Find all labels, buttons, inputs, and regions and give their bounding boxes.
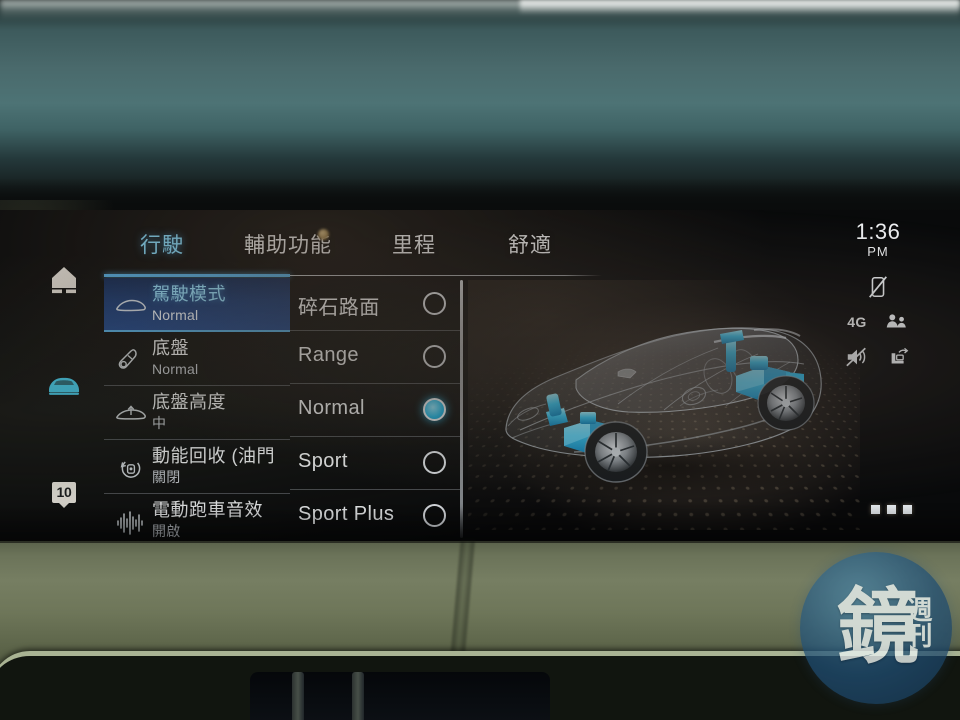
option-radio[interactable]: [423, 451, 446, 474]
setting-value: Normal: [152, 361, 199, 377]
option-row-sport[interactable]: Sport: [290, 437, 460, 490]
dashboard-upper-trim: [0, 0, 960, 224]
option-radio[interactable]: [423, 292, 446, 315]
dashboard-highlight: [520, 0, 960, 14]
tab-bar-divider: [290, 275, 602, 276]
screen-glare-dot: [318, 229, 329, 240]
setting-value: 開啟: [152, 523, 181, 539]
clock: 1:36 PM: [818, 219, 938, 260]
dot: [903, 505, 912, 514]
setting-row-sport-sound[interactable]: 電動跑車音效 開啟: [104, 494, 290, 543]
ride-height-icon: [114, 401, 148, 427]
tab-comfort[interactable]: 舒適: [508, 228, 552, 272]
option-label: Normal: [298, 397, 365, 419]
vent-fin: [352, 672, 364, 720]
options-scrollbar[interactable]: [460, 280, 463, 538]
phone-off-icon: [869, 276, 887, 298]
regen-icon: [114, 455, 148, 481]
publisher-watermark: 鏡 週刊: [800, 552, 952, 704]
tab-mileage[interactable]: 里程: [392, 228, 436, 272]
setting-value: Normal: [152, 307, 199, 323]
mute-speaker-icon: [846, 347, 866, 367]
watermark-sub-chars: 週刊: [902, 596, 932, 648]
setting-row-regen[interactable]: 動能回收 (油門 關閉: [104, 440, 290, 494]
settings-list: 駕駛模式 Normal 底盤 Normal 底盤高度 中 動能回收 (油門 關閉…: [104, 278, 290, 543]
vent-fin: [292, 672, 304, 720]
car-side-icon: [114, 293, 148, 319]
option-label: Range: [298, 344, 359, 366]
status-cluster: 1:36 PM 4G: [818, 220, 938, 369]
clock-ampm: PM: [867, 244, 889, 259]
setting-title: 動能回收 (油門: [152, 446, 275, 466]
tab-driving[interactable]: 行駛: [140, 228, 184, 272]
sound-wave-icon: [114, 509, 148, 535]
home-icon[interactable]: [42, 265, 86, 300]
dot: [871, 505, 880, 514]
more-options-dots[interactable]: [871, 505, 912, 514]
status-icons: 4G: [818, 275, 938, 369]
vehicle-xray-render: [468, 280, 860, 530]
option-row-range[interactable]: Range: [290, 331, 460, 384]
option-label: 碎石路面: [298, 297, 380, 319]
status-row-audio: [818, 345, 938, 369]
option-label: Sport Plus: [298, 503, 395, 525]
setting-title: 電動跑車音效: [152, 500, 263, 520]
option-radio[interactable]: [423, 345, 446, 368]
option-label: Sport: [298, 450, 348, 472]
seat-comfort-icon: [891, 347, 909, 364]
setting-title: 駕駛模式: [152, 284, 226, 304]
speed-limit-value: 10: [51, 482, 77, 503]
option-row-gravel[interactable]: 碎石路面: [290, 278, 460, 331]
setting-value: 關閉: [152, 469, 181, 485]
passenger-detect-icon: [886, 314, 906, 328]
setting-title: 底盤: [152, 338, 189, 358]
infotainment-screen[interactable]: 10 行駛 輔助功能 里程 舒適 駕駛模式 Normal 底盤 Normal 底…: [0, 210, 960, 543]
setting-row-chassis[interactable]: 底盤 Normal: [104, 332, 290, 386]
status-row-phone: [818, 275, 938, 299]
tab-bar: 行駛 輔助功能 里程 舒適: [104, 228, 604, 274]
car-icon[interactable]: [42, 373, 86, 402]
clock-time: 1:36: [855, 219, 901, 244]
drive-mode-options: 碎石路面 Range Normal Sport Sport Plus: [290, 278, 466, 543]
damper-icon: [114, 347, 148, 373]
option-row-normal[interactable]: Normal: [290, 384, 460, 437]
dot: [887, 505, 896, 514]
active-tab-underline: [104, 274, 290, 277]
option-radio-selected[interactable]: [423, 398, 446, 421]
setting-row-ride-height[interactable]: 底盤高度 中: [104, 386, 290, 440]
setting-row-drive-mode[interactable]: 駕駛模式 Normal: [104, 278, 290, 332]
status-row-network: 4G: [818, 310, 938, 334]
setting-value: 中: [152, 415, 167, 431]
speed-limit-sign[interactable]: 10: [42, 482, 86, 503]
network-label: 4G: [847, 314, 867, 330]
option-radio[interactable]: [423, 504, 446, 527]
setting-title: 底盤高度: [152, 392, 226, 412]
left-rail: 10: [0, 210, 104, 543]
option-row-sport-plus[interactable]: Sport Plus: [290, 490, 460, 543]
